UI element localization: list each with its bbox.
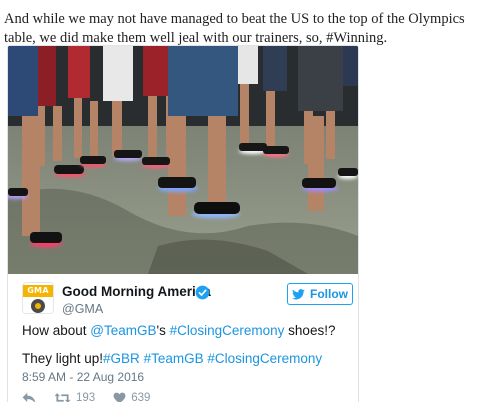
avatar[interactable]: GMA [22,282,54,314]
tweet-text-line-2: They light up!#GBR #TeamGB #ClosingCerem… [22,351,323,366]
embedded-tweet: GMA Good Morning America @GMA Follow How… [7,45,359,402]
display-name[interactable]: Good Morning America [62,284,211,299]
hashtag-teamgb[interactable]: #TeamGB [144,351,204,366]
follow-button[interactable]: Follow [287,283,353,305]
hashtag-gbr[interactable]: #GBR [103,351,140,366]
tweet-text-line-1: How about @TeamGB's #ClosingCeremony sho… [22,323,336,338]
tweet-timestamp[interactable]: 8:59 AM - 22 Aug 2016 [22,370,144,384]
retweet-icon [54,393,71,402]
mention-teamgb[interactable]: @TeamGB [90,323,156,338]
article-paragraph: And while we may not have managed to bea… [4,11,465,46]
tweet-text: How about @TeamGB's #ClosingCeremony sho… [22,322,352,367]
follow-label: Follow [310,287,348,301]
tweet-actions: 193 639 [22,390,168,402]
avatar-text: GMA [27,286,49,295]
twitter-bird-icon [292,288,305,299]
retweet-count: 193 [76,392,96,402]
user-handle[interactable]: @GMA [62,302,103,316]
like-count: 639 [131,392,151,402]
like-action[interactable]: 639 [113,392,150,402]
verified-badge-icon [195,285,210,300]
hashtag-closingceremony[interactable]: #ClosingCeremony [170,323,285,338]
hashtag-closingceremony-2[interactable]: #ClosingCeremony [207,351,322,366]
reply-icon [22,392,36,402]
reply-action[interactable] [22,392,36,402]
tweet-photo[interactable] [8,46,358,274]
tweet-author-row: GMA Good Morning America @GMA Follow [18,282,353,318]
retweet-action[interactable]: 193 [54,392,95,402]
heart-icon [113,392,126,402]
